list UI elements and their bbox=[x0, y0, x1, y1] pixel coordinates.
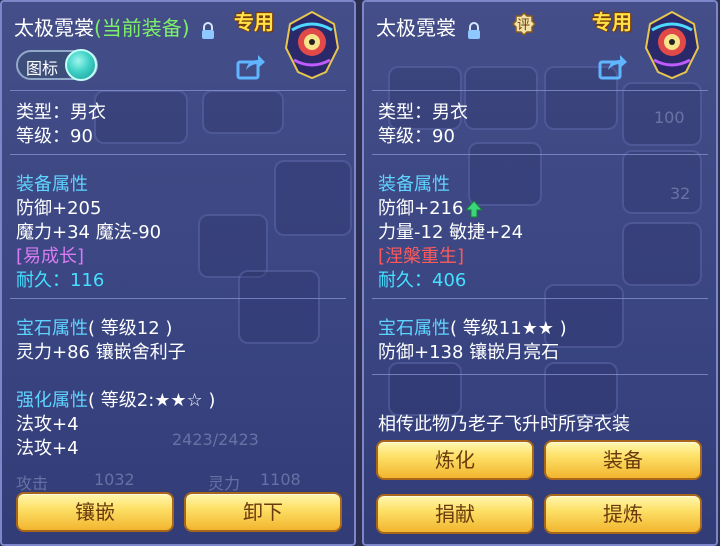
icon-toggle[interactable]: 图标 bbox=[16, 49, 98, 81]
attr-line: 防御+216 bbox=[378, 194, 484, 220]
bg-spirit-label: 灵力 bbox=[208, 474, 241, 493]
rate-badge-text: 评 bbox=[517, 18, 531, 33]
enhance-line: 法攻+4 bbox=[16, 438, 79, 459]
bg-slot bbox=[202, 90, 284, 134]
attr-line: 防御+205 bbox=[16, 198, 102, 219]
lock-icon bbox=[200, 21, 216, 39]
rate-badge-icon[interactable]: 评 bbox=[511, 11, 537, 37]
item-title: 太极霓裳 bbox=[376, 12, 482, 41]
gem-level: ( 等级12 ) bbox=[88, 318, 173, 339]
enhance-line: 法攻+4 bbox=[16, 414, 79, 435]
equip-button[interactable]: 装备 bbox=[544, 440, 702, 480]
special-effect: [涅槃重生] bbox=[378, 246, 465, 267]
divider bbox=[10, 154, 346, 155]
item-title: 太极霓裳(当前装备) bbox=[14, 12, 216, 41]
bg-attack-value: 1032 bbox=[94, 470, 135, 489]
lock-icon bbox=[466, 21, 482, 39]
item-tooltip-compare: 100 32 太极霓裳 评 专用 类型：男衣 等级：90 装备属性 防御+216… bbox=[362, 0, 718, 546]
bg-hp-text: 2423/2423 bbox=[172, 430, 259, 449]
bg-slot bbox=[622, 150, 702, 214]
equip-attr-header: 装备属性 bbox=[16, 174, 88, 195]
gem-header-line: 宝石属性( 等级12 ) bbox=[16, 314, 172, 340]
bg-attack-label: 攻击 bbox=[16, 474, 49, 493]
attr-line: 力量-12 敏捷+24 bbox=[378, 222, 524, 243]
item-tooltip-current: 2423/2423 攻击 1032 灵力 1108 太极霓裳(当前装备) 专用 … bbox=[0, 0, 356, 546]
gem-header: 宝石属性 bbox=[16, 318, 88, 339]
divider bbox=[372, 154, 708, 155]
emblem-icon bbox=[280, 8, 344, 80]
bg-slot bbox=[464, 66, 538, 130]
divider bbox=[372, 298, 708, 299]
gem-line: 灵力+86 镶嵌舍利子 bbox=[16, 342, 186, 363]
equip-attr-header: 装备属性 bbox=[378, 174, 450, 195]
item-description: 相传此物乃老子飞升时所穿衣装 bbox=[378, 414, 630, 435]
divider bbox=[372, 90, 708, 91]
upgrade-arrow-icon bbox=[465, 200, 484, 218]
gem-header: 宝石属性 bbox=[378, 318, 450, 339]
toggle-knob[interactable] bbox=[65, 49, 97, 81]
item-name: 太极霓裳 bbox=[14, 16, 94, 40]
divider bbox=[372, 374, 708, 375]
current-equip-tag: (当前装备) bbox=[94, 16, 190, 40]
durability-line: 耐久：406 bbox=[378, 266, 466, 292]
attr-value: 防御+216 bbox=[378, 198, 464, 219]
durability-value: 406 bbox=[432, 270, 467, 291]
enhance-level: ( 等级2:★★☆ ) bbox=[88, 390, 216, 411]
share-icon[interactable] bbox=[236, 52, 266, 80]
bg-slot bbox=[198, 214, 268, 278]
durability-value: 116 bbox=[70, 270, 105, 291]
bg-count: 100 bbox=[654, 108, 685, 127]
type-line: 类型：男衣 bbox=[378, 102, 468, 123]
type-line: 类型：男衣 bbox=[16, 102, 106, 123]
bg-slot bbox=[238, 270, 320, 344]
bg-slot bbox=[544, 362, 618, 416]
level-line: 等级：90 bbox=[378, 126, 455, 147]
gem-line: 防御+138 镶嵌月亮石 bbox=[378, 342, 560, 363]
bg-slot bbox=[274, 160, 352, 236]
durability-line: 耐久：116 bbox=[16, 266, 104, 292]
bg-slot bbox=[388, 362, 462, 416]
icon-toggle-label: 图标 bbox=[26, 59, 59, 78]
emblem-icon bbox=[640, 8, 704, 80]
enhance-header-line: 强化属性( 等级2:★★☆ ) bbox=[16, 386, 215, 412]
extract-button[interactable]: 提炼 bbox=[544, 494, 702, 534]
bg-slot bbox=[622, 222, 702, 286]
bg-count: 32 bbox=[670, 184, 691, 203]
unequip-button[interactable]: 卸下 bbox=[184, 492, 342, 532]
durability-label: 耐久： bbox=[378, 270, 432, 291]
refine-button[interactable]: 炼化 bbox=[376, 440, 534, 480]
exclusive-label: 专用 bbox=[234, 10, 274, 34]
share-icon[interactable] bbox=[598, 52, 628, 80]
divider bbox=[10, 90, 346, 91]
inlay-button[interactable]: 镶嵌 bbox=[16, 492, 174, 532]
attr-line: 魔力+34 魔法-90 bbox=[16, 222, 162, 243]
divider bbox=[10, 298, 346, 299]
enhance-header: 强化属性 bbox=[16, 390, 88, 411]
exclusive-label: 专用 bbox=[592, 10, 632, 34]
item-name: 太极霓裳 bbox=[376, 16, 456, 40]
special-effect: [易成长] bbox=[16, 246, 85, 267]
donate-button[interactable]: 捐献 bbox=[376, 494, 534, 534]
gem-header-line: 宝石属性( 等级11★★ ) bbox=[378, 314, 567, 340]
bg-spirit-value: 1108 bbox=[260, 470, 301, 489]
bg-slot bbox=[94, 90, 188, 144]
level-line: 等级：90 bbox=[16, 126, 93, 147]
gem-level: ( 等级11★★ ) bbox=[450, 318, 567, 339]
durability-label: 耐久： bbox=[16, 270, 70, 291]
